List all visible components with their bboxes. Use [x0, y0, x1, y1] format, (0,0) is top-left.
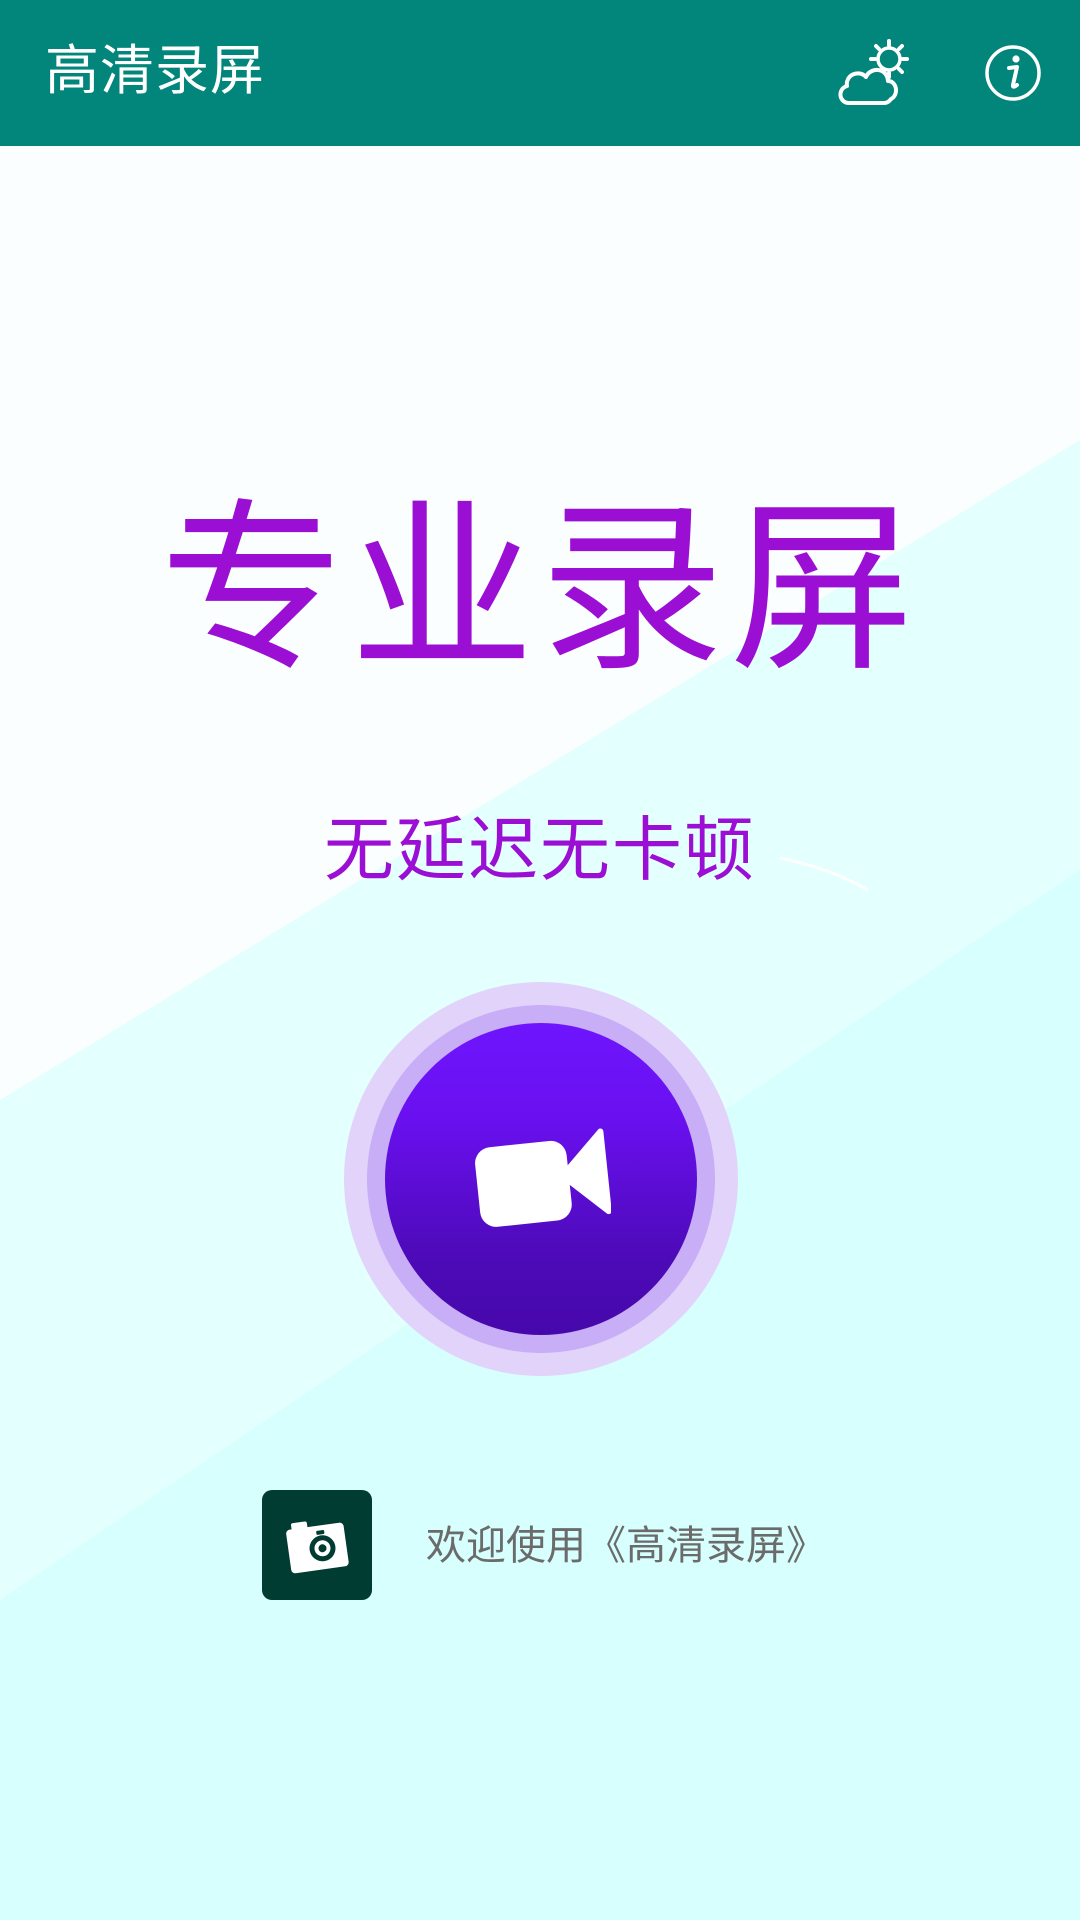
cloud-sun-icon	[838, 39, 909, 105]
video-camera-icon	[475, 1128, 611, 1227]
record-button-ring	[367, 1005, 715, 1353]
record-button-core	[385, 1023, 697, 1335]
subline: 无延迟无卡顿	[324, 809, 756, 891]
app-bar: 高清录屏	[0, 0, 1080, 146]
welcome-text: 欢迎使用《高清录屏》	[426, 1523, 826, 1569]
headline: 专业录屏	[159, 483, 920, 697]
info-button[interactable]	[970, 30, 1056, 116]
camera-icon	[286, 1521, 349, 1574]
record-button[interactable]	[344, 982, 738, 1376]
weather-button[interactable]	[832, 30, 918, 116]
background	[0, 0, 1080, 1920]
app-logo	[262, 1490, 372, 1600]
app-title: 高清录屏	[45, 39, 265, 102]
info-icon	[985, 45, 1041, 101]
